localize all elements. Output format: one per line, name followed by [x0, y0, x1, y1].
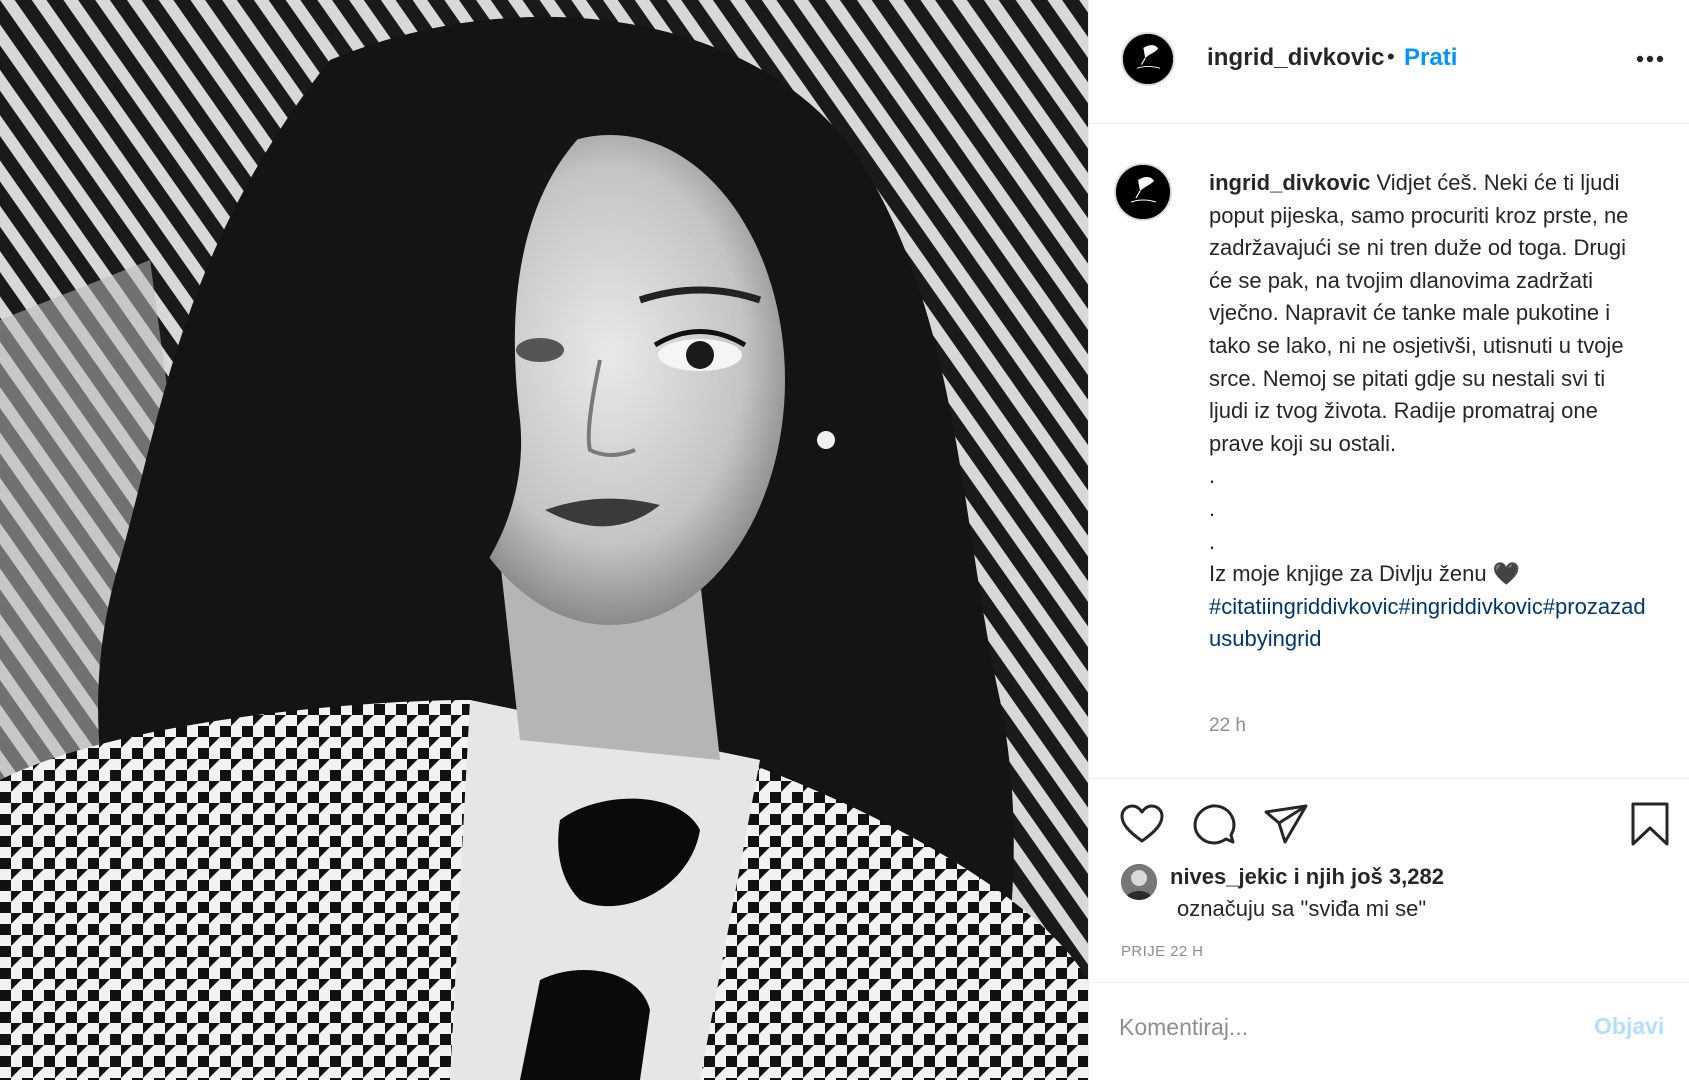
caption-hashtags[interactable]: #citatiingriddivkovic#ingriddivkovic#pro… — [1209, 591, 1649, 656]
separator-dot: • — [1387, 44, 1395, 69]
heart-icon — [1120, 804, 1164, 843]
post-caption: ingrid_divkovic Vidjet ćeš. Neki će ti l… — [1209, 167, 1649, 656]
caption-dot: . — [1209, 528, 1216, 554]
caption-dot: . — [1209, 463, 1216, 489]
comment-bar: Objavi — [1089, 982, 1689, 1080]
comment-button[interactable] — [1190, 800, 1238, 848]
likes-label: označuju sa "sviđa mi se" — [1177, 896, 1427, 921]
share-button[interactable] — [1262, 800, 1310, 848]
liker-photo — [1121, 864, 1157, 900]
more-horizontal-icon[interactable] — [1635, 54, 1665, 64]
liker-username[interactable]: nives_jekic — [1170, 864, 1287, 889]
feather-logo-icon — [1123, 34, 1173, 84]
user-avatar[interactable] — [1121, 32, 1175, 86]
caption-avatar[interactable] — [1114, 163, 1172, 221]
caption-timestamp: 22 h — [1209, 715, 1246, 736]
comment-bubble-icon — [1193, 804, 1236, 845]
caption-text: Vidjet ćeš. Neki će ti ljudi poput pijes… — [1209, 170, 1629, 456]
liker-avatar[interactable] — [1121, 864, 1157, 900]
paper-plane-icon — [1264, 804, 1308, 844]
likes-summary: nives_jekic i njih još 3,282 — [1170, 864, 1444, 890]
post-timestamp[interactable]: PRIJE 22 H — [1121, 943, 1203, 960]
caption-book-line: Iz moje knjige za Divlju ženu 🖤 — [1209, 561, 1521, 587]
caption-dot: . — [1209, 495, 1216, 521]
follow-button[interactable]: Prati — [1404, 44, 1457, 72]
header-username[interactable]: ingrid_divkovic — [1207, 44, 1385, 72]
feather-logo-icon — [1116, 165, 1170, 219]
likes-count[interactable]: i njih još 3,282 — [1294, 864, 1444, 889]
post-comment-button[interactable]: Objavi — [1594, 1013, 1664, 1040]
post-photo[interactable] — [0, 0, 1088, 1080]
post-sidebar: ingrid_divkovic • Prati ingrid_divkovic … — [1088, 0, 1689, 1080]
save-button[interactable] — [1626, 800, 1674, 848]
like-button[interactable] — [1118, 800, 1166, 848]
caption-username[interactable]: ingrid_divkovic — [1209, 170, 1370, 195]
post-header: ingrid_divkovic • Prati — [1089, 0, 1689, 124]
comment-input[interactable] — [1119, 1005, 1559, 1049]
bookmark-icon — [1631, 802, 1669, 846]
actions-divider — [1089, 778, 1689, 779]
portrait-image — [0, 0, 1088, 1080]
